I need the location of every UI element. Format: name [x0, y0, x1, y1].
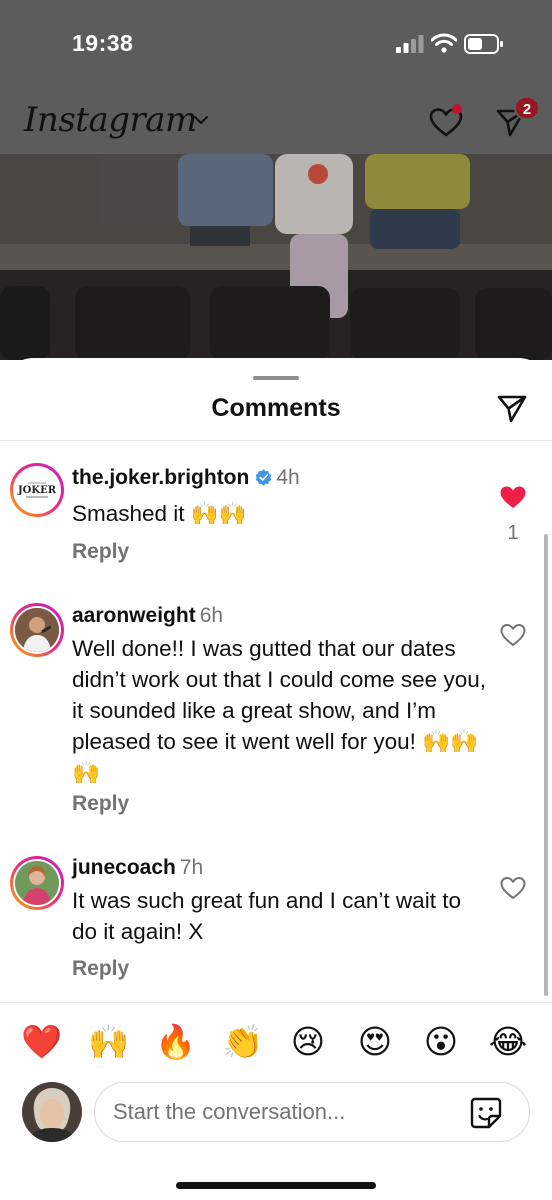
quick-reactions-bar: ❤️ 🙌 🔥 👏 😢 😍 😮 😂 — [0, 1022, 552, 1062]
comment-time: 6h — [199, 604, 224, 627]
reaction-raised-hands-emoji[interactable]: 🙌 — [88, 1022, 129, 1062]
share-icon[interactable] — [496, 394, 528, 424]
reaction-surprised-emoji[interactable]: 😮 — [421, 1022, 461, 1062]
my-avatar — [22, 1082, 82, 1142]
reaction-laughing-emoji[interactable]: 😂 — [488, 1022, 528, 1062]
signal-icon — [396, 35, 424, 53]
reply-button[interactable]: Reply — [72, 792, 129, 816]
wifi-icon — [431, 33, 457, 53]
avatar[interactable] — [10, 603, 64, 657]
chevron-down-icon[interactable] — [193, 114, 209, 126]
like-count: 1 — [507, 522, 519, 544]
background-feed: 19:38 Instagram 2 — [0, 0, 552, 360]
comment-time: 7h — [179, 856, 204, 879]
comment-header: junecoach 7h — [72, 856, 203, 880]
reaction-heart-eyes-emoji[interactable]: 😍 — [355, 1022, 395, 1062]
scrollbar[interactable] — [544, 534, 548, 996]
comment-header: aaronweight 6h — [72, 604, 223, 628]
battery-icon — [464, 34, 503, 54]
comment-username[interactable]: the.joker.brighton — [72, 466, 249, 489]
status-time: 19:38 — [72, 30, 134, 56]
user-photo-avatar — [15, 861, 59, 905]
reply-button[interactable]: Reply — [72, 957, 129, 981]
reaction-fire-emoji[interactable]: 🔥 — [155, 1022, 196, 1062]
home-indicator[interactable] — [176, 1182, 376, 1189]
reaction-heart-emoji[interactable]: ❤️ — [21, 1022, 62, 1062]
heart-filled-icon[interactable] — [499, 484, 527, 510]
user-photo-avatar — [15, 608, 59, 652]
reaction-crying-emoji[interactable]: 😢 — [288, 1022, 328, 1062]
avatar[interactable] — [10, 856, 64, 910]
sticker-icon[interactable] — [469, 1096, 503, 1130]
post-photo — [0, 154, 552, 360]
instagram-logo[interactable]: Instagram — [24, 100, 197, 140]
avatar[interactable]: JOKER — [10, 463, 64, 517]
reactions-divider — [0, 1002, 552, 1003]
sheet-title: Comments — [211, 394, 341, 422]
comment-time: 4h — [276, 466, 300, 489]
comment-username[interactable]: junecoach — [72, 856, 176, 879]
dm-count-badge: 2 — [514, 96, 540, 120]
comment-input[interactable]: Start the conversation... — [94, 1082, 530, 1142]
status-bar: 19:38 — [0, 0, 552, 90]
joker-logo-avatar: JOKER — [16, 469, 58, 511]
svg-text:JOKER: JOKER — [17, 485, 57, 496]
reaction-clap-emoji[interactable]: 👏 — [222, 1022, 263, 1062]
sheet-grabber[interactable] — [253, 376, 299, 380]
reply-button[interactable]: Reply — [72, 540, 129, 564]
notification-dot — [452, 104, 462, 114]
comment-username[interactable]: aaronweight — [72, 604, 196, 627]
heart-outline-icon[interactable] — [499, 875, 527, 901]
sheet-divider — [0, 440, 552, 441]
comment-text: Smashed it 🙌🙌 — [72, 501, 247, 526]
comment-input-placeholder: Start the conversation... — [113, 1099, 346, 1124]
comment-text: It was such great fun and I can’t wait t… — [72, 888, 461, 944]
heart-outline-icon[interactable] — [499, 622, 527, 648]
my-avatar-image — [22, 1082, 82, 1142]
instagram-header: Instagram 2 — [0, 90, 552, 154]
stage-photo-image — [0, 154, 552, 360]
comment-header: the.joker.brighton 4h — [72, 466, 300, 490]
comment-text: Well done!! I was gutted that our dates … — [72, 636, 486, 785]
verified-badge-icon — [256, 469, 272, 486]
